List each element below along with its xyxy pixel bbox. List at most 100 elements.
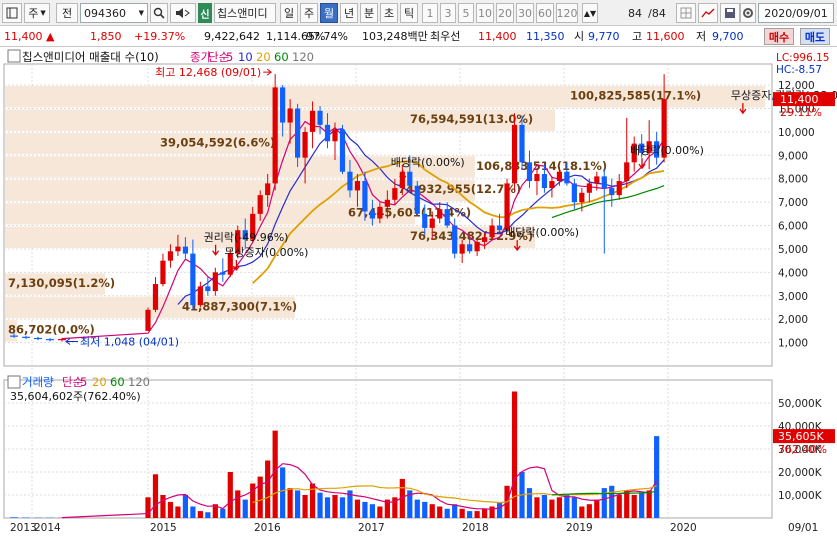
grid-icon[interactable]	[676, 3, 696, 23]
volume-bar	[265, 460, 271, 518]
tab-month[interactable]: 월	[320, 3, 338, 23]
price-legend-item: 5	[226, 50, 233, 64]
volume-bar	[160, 495, 166, 518]
interval-60[interactable]: 60	[536, 3, 554, 23]
interval-30[interactable]: 30	[516, 3, 534, 23]
volume-bar	[526, 488, 533, 518]
stock-chart[interactable]: 1,000 2,000 3,000 4,000 5,000 6,000 7,000 8,000…	[0, 48, 837, 537]
volume-panel-title: 거래량	[22, 375, 54, 389]
sell-button[interactable]: 매도	[800, 28, 830, 45]
date-input[interactable]: 2020/09/01	[758, 3, 834, 23]
code-input[interactable]: 094360 ▼	[80, 3, 148, 23]
candle-body	[205, 286, 211, 292]
volume-value: 9,422,642	[204, 29, 260, 43]
volume-bar	[594, 499, 600, 518]
price-tick-label: 5,000	[778, 244, 808, 256]
volume-bar	[145, 497, 151, 518]
interval-5[interactable]: 5	[458, 3, 474, 23]
volume-bar	[354, 499, 361, 518]
bar-count-total: /84	[648, 6, 666, 20]
volume-bar	[474, 511, 480, 518]
price-tick-label: 3,000	[778, 291, 808, 303]
time-tick-label: 2020	[670, 522, 697, 534]
low-price: 9,700	[712, 29, 744, 43]
time-tick-label: 09/01	[788, 522, 818, 534]
tab-day[interactable]: 일	[280, 3, 298, 23]
last-price-tag: 11,400	[780, 93, 819, 106]
candle-body	[10, 335, 18, 337]
speaker-icon[interactable]	[170, 3, 196, 23]
volume-bar	[639, 492, 645, 518]
trade-amount: 103,248백만	[362, 30, 428, 43]
chart-add-icon[interactable]	[698, 3, 718, 23]
volume-bar	[339, 497, 346, 518]
candle-body	[175, 246, 181, 252]
candle-body	[429, 218, 435, 228]
price-tick-label: 6,000	[778, 221, 808, 233]
bar-count: 84	[628, 6, 642, 20]
tab-week[interactable]: 주	[300, 3, 318, 23]
price-tick-label: 2,000	[778, 314, 808, 326]
tab-second[interactable]: 초	[380, 3, 398, 23]
candle-body	[594, 176, 600, 184]
best-label: 최우선	[430, 30, 461, 43]
volume-bar	[541, 495, 548, 518]
candle-body	[369, 211, 375, 219]
tab-tick[interactable]: 틱	[400, 3, 418, 23]
candle-body	[571, 183, 577, 203]
prev-button[interactable]: 전	[56, 3, 78, 23]
search-icon[interactable]	[150, 3, 168, 23]
volume-bar	[257, 476, 263, 518]
open-price: 9,770	[588, 29, 620, 43]
interval-1[interactable]: 1	[422, 3, 438, 23]
trade-power: 97.74%	[306, 29, 348, 43]
candle-body	[295, 108, 301, 158]
volume-bar	[182, 495, 188, 518]
interval-3[interactable]: 3	[440, 3, 456, 23]
volume-bar	[631, 495, 637, 518]
volume-bar	[556, 497, 562, 518]
interval-120[interactable]: 120	[556, 3, 578, 23]
volume-bar	[429, 504, 435, 518]
volume-bar	[624, 490, 630, 518]
price-panel-title: 칩스앤미디어 매출대 수(10)	[22, 50, 159, 64]
volume-bar	[332, 495, 338, 518]
price-tick-label: 4,000	[778, 267, 808, 279]
volume-bar	[317, 492, 323, 518]
volume-legend-item: 60	[110, 375, 125, 389]
time-tick-label: 2013	[10, 522, 37, 534]
candle-body	[414, 185, 420, 214]
volume-bar	[646, 490, 652, 518]
interval-10[interactable]: 10	[476, 3, 494, 23]
tab-year[interactable]: 년	[340, 3, 358, 23]
tab-minute[interactable]: 분	[360, 3, 378, 23]
candle-body	[212, 272, 218, 292]
volume-bar	[205, 512, 211, 518]
volume-panel-menu-icon	[7, 375, 21, 389]
gear-icon[interactable]	[740, 3, 756, 23]
volume-bar	[287, 488, 293, 518]
candle-body	[452, 225, 458, 254]
period-dropdown[interactable]: 주 ▼	[24, 3, 50, 23]
time-tick-label: 2017	[358, 522, 385, 534]
volume-bar	[586, 504, 592, 518]
candle-body	[145, 309, 151, 331]
interval-20[interactable]: 20	[496, 3, 514, 23]
candle-body	[182, 246, 188, 254]
open-label: 시	[574, 30, 585, 43]
candle-body	[541, 174, 548, 189]
event-label: 배당락(0.00%)	[391, 156, 465, 169]
volume-bar	[295, 490, 301, 518]
stepper-icon[interactable]: ▲▼	[582, 3, 598, 23]
candle-body	[257, 195, 263, 214]
volume-bar	[489, 506, 495, 518]
save-icon[interactable]	[720, 3, 740, 23]
candle-body	[220, 272, 226, 275]
max-price-label: 최고 12,468 (09/01)	[155, 66, 261, 79]
candle-body	[482, 237, 488, 242]
price-tick-label: 9,000	[778, 150, 808, 162]
candle-body	[152, 284, 159, 310]
price-tick-label: 10,000	[778, 127, 815, 139]
chart-menu-icon[interactable]	[2, 3, 22, 23]
buy-button[interactable]: 매수	[764, 28, 794, 45]
